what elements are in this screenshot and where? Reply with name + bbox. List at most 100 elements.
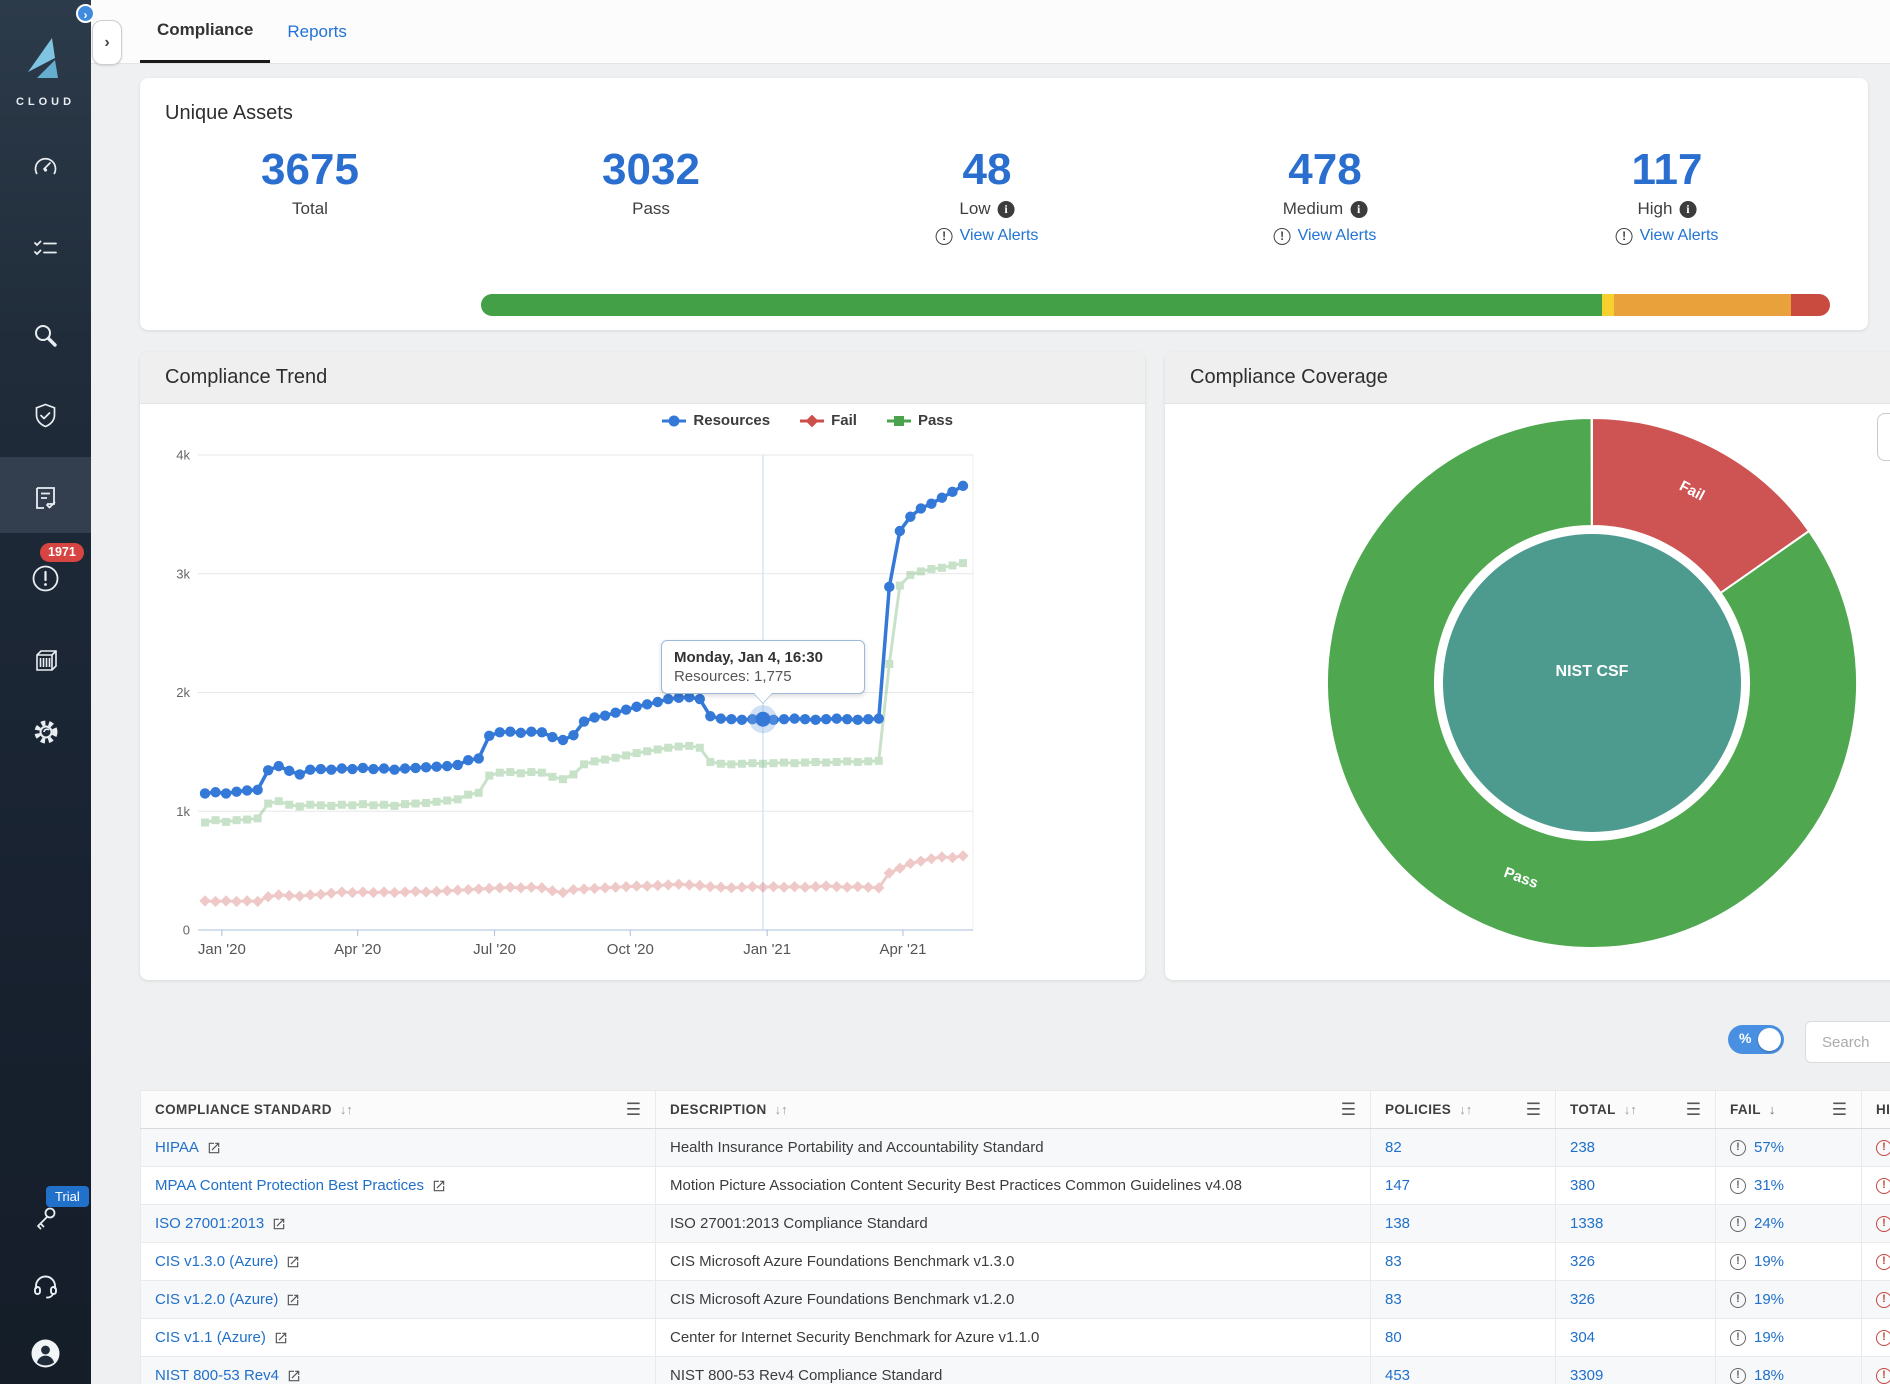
view-alerts-link[interactable]: View Alerts xyxy=(960,227,1039,245)
sidebar-item-containers[interactable] xyxy=(0,645,91,681)
sidebar-item-license[interactable] xyxy=(0,1203,91,1239)
column-menu-icon[interactable]: ☰ xyxy=(1686,1101,1701,1118)
tab-reports[interactable]: Reports xyxy=(270,0,364,63)
legend-item-fail[interactable]: Fail xyxy=(800,412,857,429)
sort-desc-icon[interactable]: ↓ xyxy=(1769,1102,1776,1117)
total-count-link[interactable]: 238 xyxy=(1570,1139,1595,1156)
sidebar-item-settings[interactable] xyxy=(0,716,91,752)
sort-icon[interactable]: ↓↑ xyxy=(775,1102,788,1117)
policies-count-link[interactable]: 82 xyxy=(1385,1139,1402,1156)
column-header-high[interactable]: HIGH xyxy=(1862,1091,1890,1129)
fail-percent-link[interactable]: 18% xyxy=(1754,1367,1784,1384)
asset-stats: 3675Total3032Pass48Lowi!View Alerts478Me… xyxy=(140,125,1868,255)
legend-item-resources[interactable]: Resources xyxy=(662,412,770,429)
policies-count-link[interactable]: 138 xyxy=(1385,1215,1410,1232)
fail-percent-link[interactable]: 19% xyxy=(1754,1329,1784,1346)
search-input[interactable] xyxy=(1805,1021,1890,1063)
legend-marker-diamond-icon xyxy=(800,415,824,427)
sidebar-item-search[interactable] xyxy=(0,320,91,356)
sort-icon[interactable]: ↓↑ xyxy=(340,1102,353,1117)
table-row: HIPAAHealth Insurance Portability and Ac… xyxy=(141,1129,1890,1167)
column-menu-icon[interactable]: ☰ xyxy=(1341,1101,1356,1118)
policies-count-link[interactable]: 80 xyxy=(1385,1329,1402,1346)
fail-percent-link[interactable]: 57% xyxy=(1754,1139,1784,1156)
total-count-link[interactable]: 3309 xyxy=(1570,1367,1603,1384)
sidebar-expand-button[interactable]: › xyxy=(92,20,122,65)
policies-count-link[interactable]: 83 xyxy=(1385,1253,1402,1270)
sidebar-item-inventory[interactable] xyxy=(0,234,91,270)
standard-link[interactable]: ISO 27001:2013 xyxy=(155,1215,264,1232)
asset-stat-low: 48Lowi!View Alerts xyxy=(936,147,1039,245)
total-count-link[interactable]: 1338 xyxy=(1570,1215,1603,1232)
standard-link[interactable]: NIST 800-53 Rev4 xyxy=(155,1367,279,1384)
column-menu-icon[interactable]: ☰ xyxy=(1526,1101,1541,1118)
sidebar-item-alerts[interactable] xyxy=(0,563,91,599)
info-icon[interactable]: i xyxy=(1679,201,1696,218)
asset-stat-total: 3675Total xyxy=(261,147,359,219)
standard-description: CIS Microsoft Azure Foundations Benchmar… xyxy=(670,1253,1014,1270)
standard-link[interactable]: CIS v1.1 (Azure) xyxy=(155,1329,266,1346)
stat-label: Total xyxy=(261,199,359,219)
policies-count-link[interactable]: 147 xyxy=(1385,1177,1410,1194)
view-alerts-link[interactable]: View Alerts xyxy=(1298,227,1377,245)
fail-alert-icon: ! xyxy=(1730,1292,1746,1308)
sidebar-item-profile[interactable] xyxy=(0,1338,91,1374)
policies-count-link[interactable]: 83 xyxy=(1385,1291,1402,1308)
fail-percent-link[interactable]: 24% xyxy=(1754,1215,1784,1232)
sort-icon[interactable]: ↓↑ xyxy=(1624,1102,1637,1117)
tab-compliance[interactable]: Compliance xyxy=(140,0,270,63)
external-link-icon[interactable] xyxy=(287,1369,301,1383)
standard-link[interactable]: HIPAA xyxy=(155,1139,199,1156)
legend-item-pass[interactable]: Pass xyxy=(887,412,953,429)
sidebar-item-security[interactable] xyxy=(0,400,91,436)
external-link-icon[interactable] xyxy=(274,1331,288,1345)
trend-line-chart[interactable]: 01k2k3k4kJan '20Apr '20Jul '20Oct '20Jan… xyxy=(140,404,1145,964)
info-icon[interactable]: i xyxy=(1350,201,1367,218)
policies-count-link[interactable]: 453 xyxy=(1385,1367,1410,1384)
column-header-policies[interactable]: POLICIES↓↑☰ xyxy=(1371,1091,1556,1129)
fail-percent-link[interactable]: 19% xyxy=(1754,1253,1784,1270)
fail-percent-link[interactable]: 31% xyxy=(1754,1177,1784,1194)
info-icon[interactable]: i xyxy=(998,201,1015,218)
column-header-compliance-standard[interactable]: COMPLIANCE STANDARD↓↑☰ xyxy=(141,1091,656,1129)
external-link-icon[interactable] xyxy=(272,1217,286,1231)
legend-label: Pass xyxy=(918,412,953,429)
column-header-description[interactable]: DESCRIPTION↓↑☰ xyxy=(656,1091,1371,1129)
column-header-fail[interactable]: FAIL↓☰ xyxy=(1716,1091,1862,1129)
alerts-count-badge: 1971 xyxy=(40,543,84,562)
external-link-icon[interactable] xyxy=(286,1255,300,1269)
app-logo-text: CLOUD xyxy=(0,96,91,108)
toggle-knob[interactable] xyxy=(1758,1028,1781,1051)
external-link-icon[interactable] xyxy=(432,1179,446,1193)
external-link-icon[interactable] xyxy=(286,1293,300,1307)
sidebar-item-compliance[interactable] xyxy=(0,483,91,519)
column-header-total[interactable]: TOTAL↓↑☰ xyxy=(1556,1091,1716,1129)
column-menu-icon[interactable]: ☰ xyxy=(1832,1101,1847,1118)
coverage-donut-chart[interactable]: FailPassNIST CSF xyxy=(1165,404,1890,980)
total-count-link[interactable]: 380 xyxy=(1570,1177,1595,1194)
notification-dot-icon[interactable]: › xyxy=(76,4,95,23)
percent-toggle[interactable]: % xyxy=(1728,1025,1784,1054)
sort-icon[interactable]: ↓↑ xyxy=(1459,1102,1472,1117)
view-alerts-link[interactable]: View Alerts xyxy=(1640,227,1719,245)
sidebar-item-support[interactable] xyxy=(0,1271,91,1307)
column-menu-icon[interactable]: ☰ xyxy=(626,1101,641,1118)
total-count-link[interactable]: 304 xyxy=(1570,1329,1595,1346)
table-row: CIS v1.3.0 (Azure) CIS Microsoft Azure Fo… xyxy=(141,1243,1890,1281)
high-alert-icon: ! xyxy=(1876,1216,1890,1232)
fail-percent-link[interactable]: 19% xyxy=(1754,1291,1784,1308)
app-logo-icon[interactable] xyxy=(22,34,68,89)
y-axis-label: 0 xyxy=(183,923,190,938)
standard-link[interactable]: CIS v1.3.0 (Azure) xyxy=(155,1253,278,1270)
standards-table: COMPLIANCE STANDARD↓↑☰DESCRIPTION↓↑☰POLI… xyxy=(140,1090,1890,1384)
x-axis-label: Jan '20 xyxy=(198,941,246,958)
standard-link[interactable]: CIS v1.2.0 (Azure) xyxy=(155,1291,278,1308)
standard-link[interactable]: MPAA Content Protection Best Practices xyxy=(155,1177,424,1194)
sidebar: CLOUD 1971 Trial xyxy=(0,0,91,1384)
stat-value: 3032 xyxy=(602,147,700,193)
high-alert-icon: ! xyxy=(1876,1368,1890,1384)
total-count-link[interactable]: 326 xyxy=(1570,1291,1595,1308)
external-link-icon[interactable] xyxy=(207,1141,221,1155)
total-count-link[interactable]: 326 xyxy=(1570,1253,1595,1270)
sidebar-item-dashboard[interactable] xyxy=(0,152,91,188)
